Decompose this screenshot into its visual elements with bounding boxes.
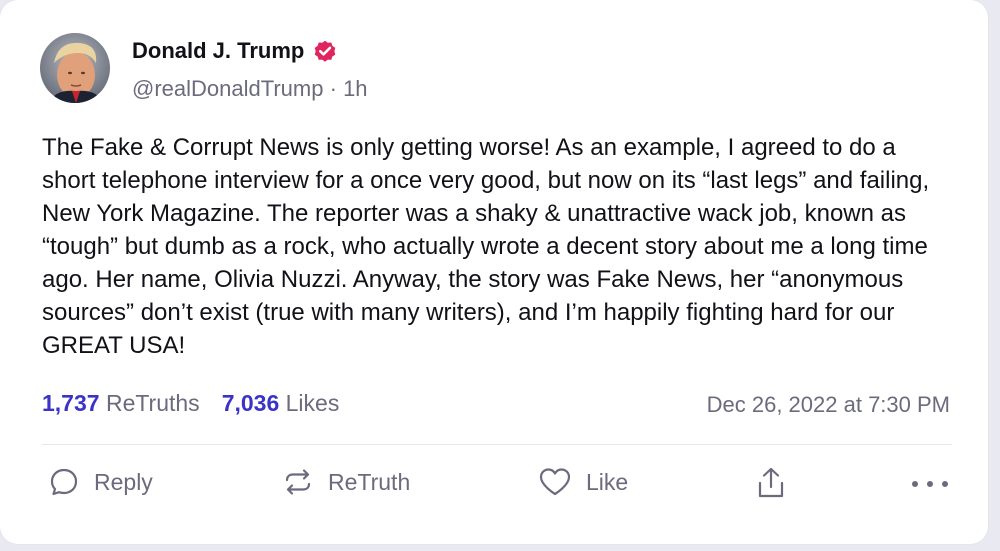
avatar-image	[40, 33, 110, 103]
retruths-count: 1,737	[42, 390, 100, 416]
reply-button[interactable]: Reply	[48, 466, 153, 498]
retruth-icon	[282, 466, 314, 498]
author-handle[interactable]: @realDonaldTrump	[132, 76, 323, 101]
share-icon	[756, 466, 786, 500]
dot	[912, 481, 918, 487]
post-text: The Fake & Corrupt News is only getting …	[42, 134, 930, 359]
time-ago: 1h	[343, 76, 368, 101]
dot	[942, 481, 948, 487]
retruth-label: ReTruth	[328, 468, 411, 495]
retruths-label: ReTruths	[105, 390, 200, 416]
heart-icon	[538, 466, 572, 498]
like-label: Like	[586, 468, 629, 495]
likes-stat[interactable]: 7,036 Likes	[222, 390, 340, 417]
author-row: Donald J. Trump	[132, 38, 338, 64]
reply-label: Reply	[94, 468, 153, 495]
separator: ·	[329, 76, 337, 101]
likes-count: 7,036	[221, 390, 280, 416]
retruths-stat[interactable]: 1,737 ReTruths	[42, 390, 200, 417]
divider	[42, 444, 952, 445]
dot	[927, 481, 933, 487]
more-icon	[912, 481, 948, 487]
handle-row: @realDonaldTrump · 1h	[132, 76, 368, 102]
reply-icon	[48, 466, 80, 498]
verified-badge-icon	[312, 38, 338, 64]
share-button[interactable]	[756, 466, 786, 500]
post-card: Donald J. Trump @realDonaldTrump · 1h Th…	[0, 0, 988, 544]
likes-label: Likes	[285, 390, 340, 416]
retruth-button[interactable]: ReTruth	[282, 466, 410, 498]
avatar[interactable]	[40, 33, 110, 103]
more-options-button[interactable]	[912, 474, 948, 494]
post-stats: 1,737 ReTruths 7,036 Likes	[42, 390, 339, 417]
author-name[interactable]: Donald J. Trump	[132, 38, 304, 64]
like-button[interactable]: Like	[538, 466, 628, 498]
post-timestamp[interactable]: Dec 26, 2022 at 7:30 PM	[707, 392, 950, 418]
